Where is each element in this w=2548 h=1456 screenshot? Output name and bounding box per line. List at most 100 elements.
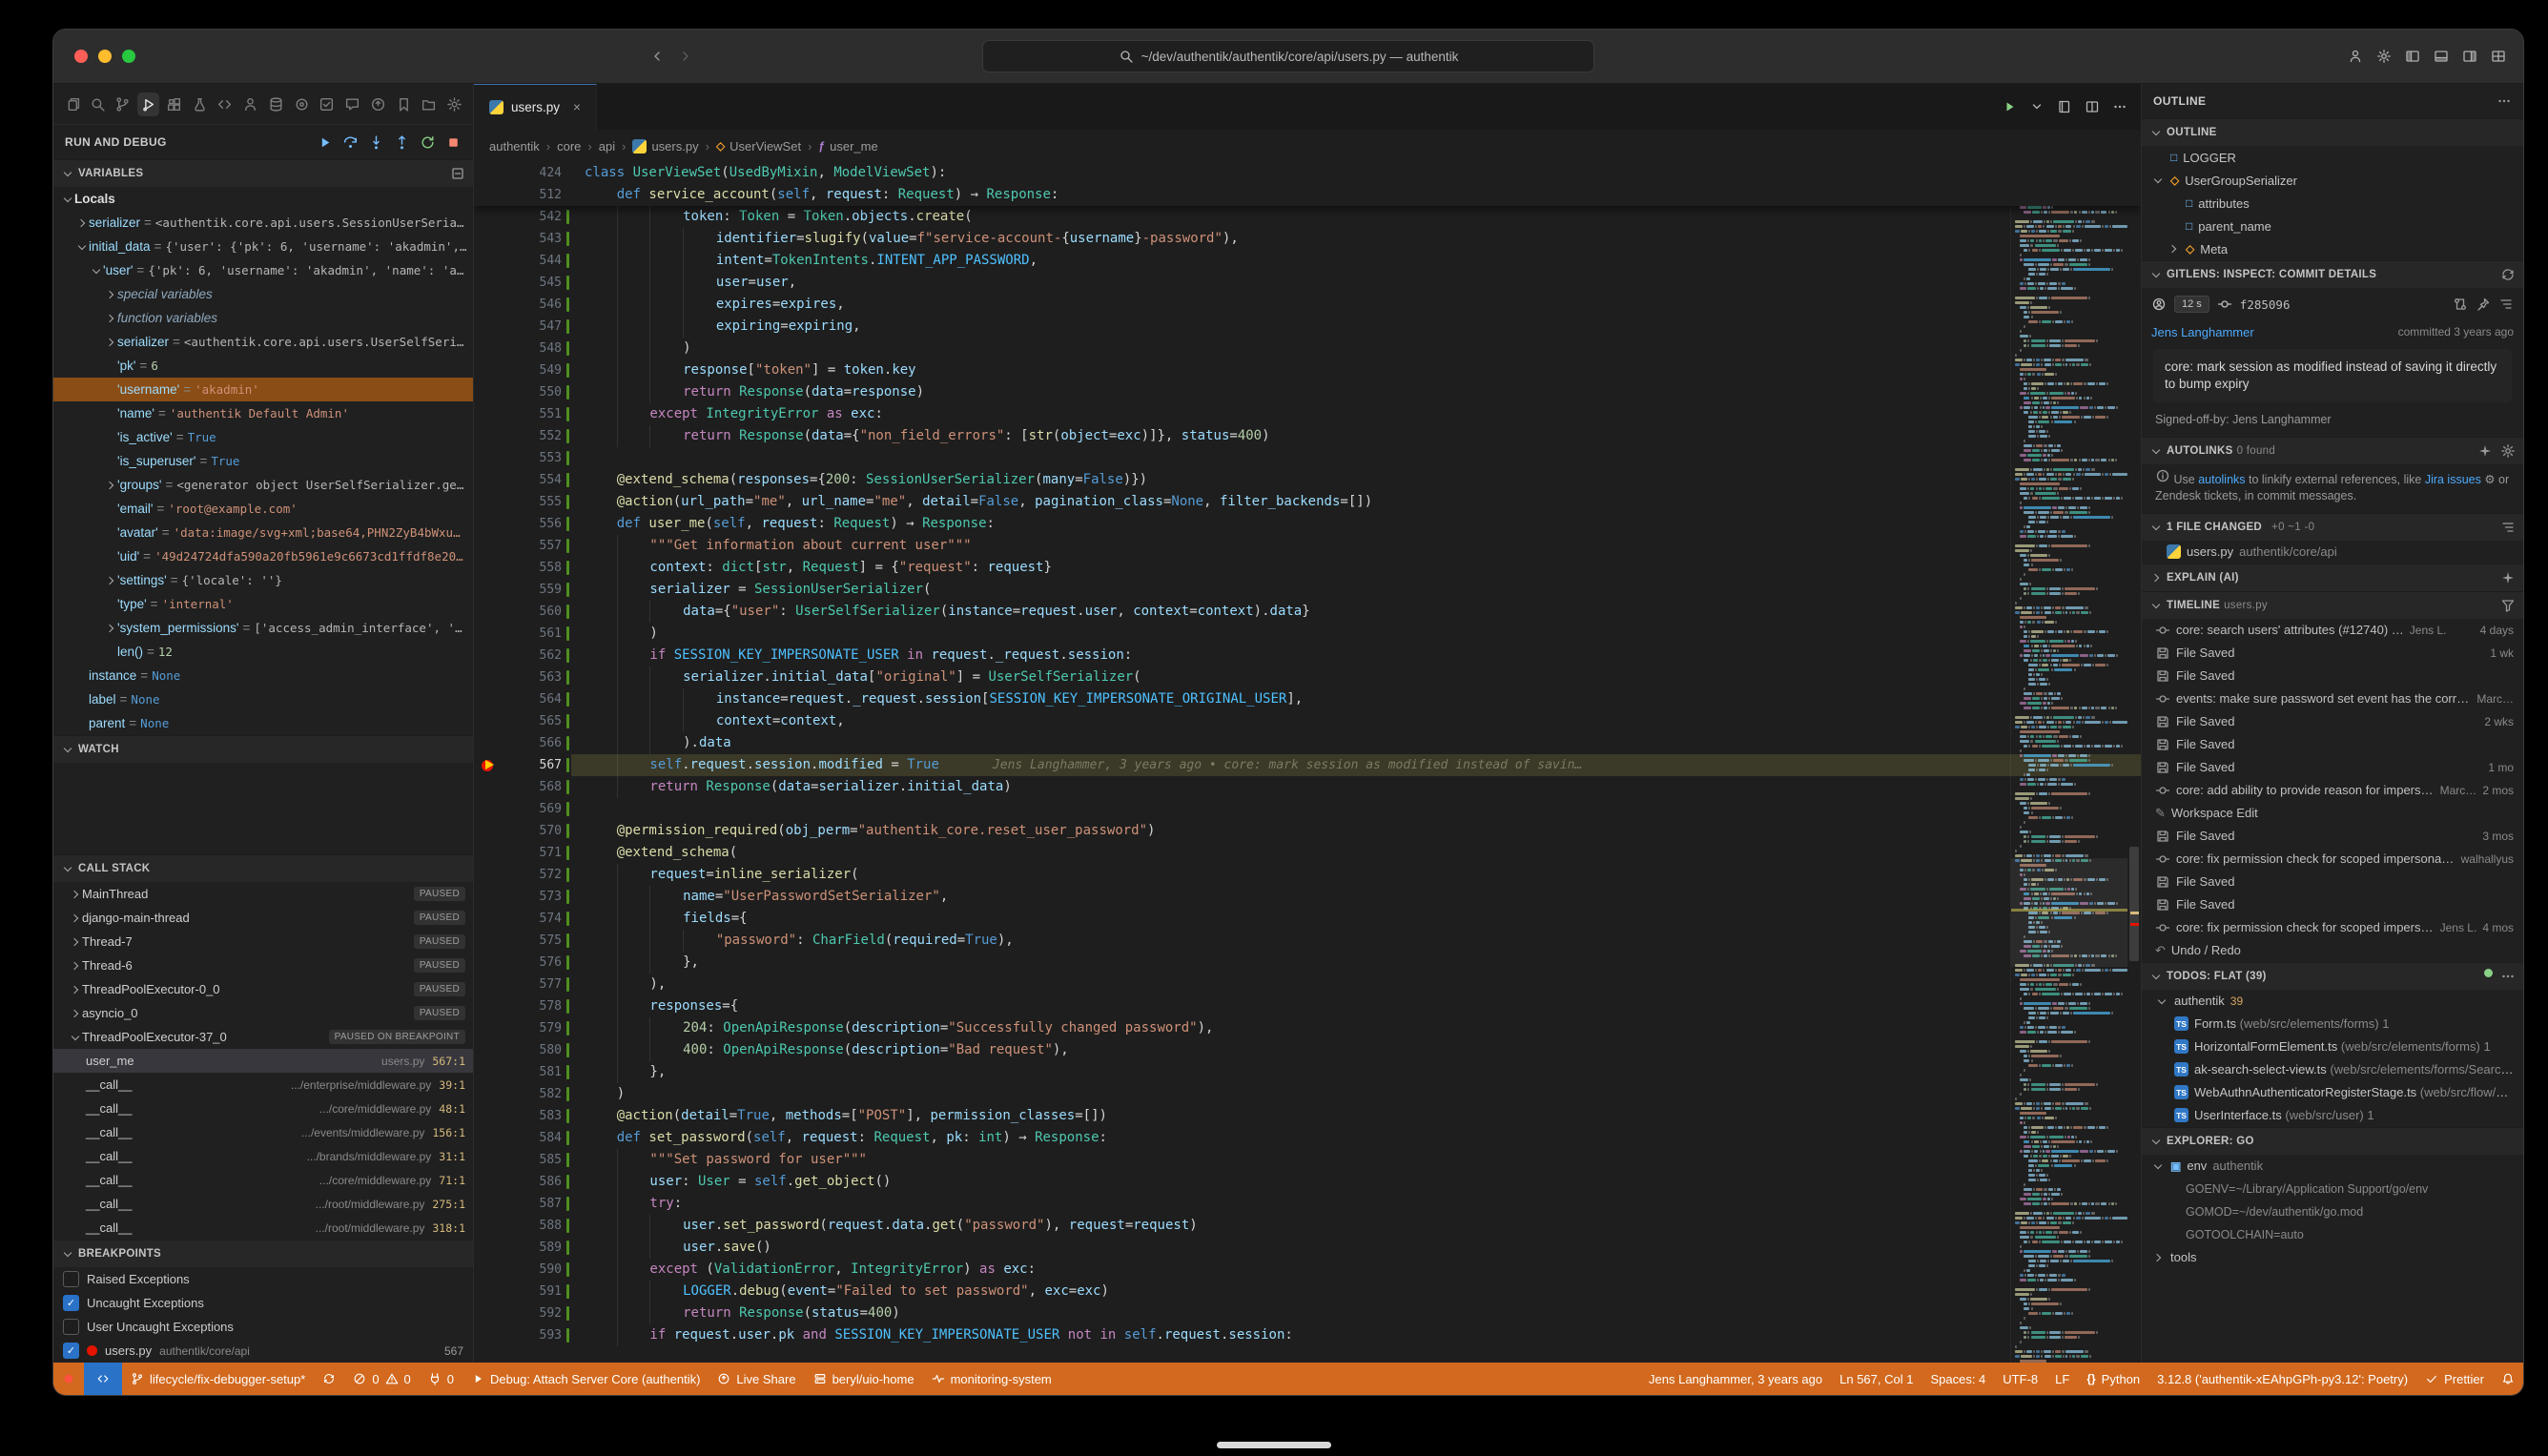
- line-number-gutter[interactable]: 571: [474, 842, 571, 864]
- twistie-icon[interactable]: [75, 216, 89, 230]
- configure-autolinks-icon[interactable]: [2500, 443, 2516, 459]
- code-line-575[interactable]: 575"password": CharField(required=True),: [474, 930, 2141, 952]
- line-number-gutter[interactable]: 563: [474, 666, 571, 688]
- go-env-row[interactable]: GOMOD=~/dev/authentik/go.mod: [2142, 1200, 2523, 1223]
- stack-frame-row[interactable]: __call__.../core/middleware.py48:1: [53, 1097, 473, 1120]
- section-header-breakpoints[interactable]: BREAKPOINTS: [53, 1240, 473, 1267]
- line-number-gutter[interactable]: 559: [474, 579, 571, 601]
- code-line-562[interactable]: 562if SESSION_KEY_IMPERSONATE_USER in re…: [474, 645, 2141, 666]
- variable-row[interactable]: 'settings'={'locale': ''}: [53, 568, 473, 592]
- code-line-592[interactable]: 592return Response(status=400): [474, 1302, 2141, 1324]
- minimap[interactable]: [2010, 162, 2127, 1363]
- more-actions-icon[interactable]: [2500, 969, 2516, 984]
- line-number-gutter[interactable]: 588: [474, 1215, 571, 1237]
- code-line-557[interactable]: 557"""Get information about current user…: [474, 535, 2141, 557]
- line-number-gutter[interactable]: 578: [474, 995, 571, 1017]
- code-line-512[interactable]: 512def service_account(self, request: Re…: [474, 184, 2141, 206]
- code-line-574[interactable]: 574fields={: [474, 908, 2141, 930]
- outline-item[interactable]: ◇Meta: [2142, 237, 2523, 260]
- section-header-timeline[interactable]: TIMELINEusers.py: [2142, 591, 2523, 619]
- variable-row[interactable]: initial_data={'user': {'pk': 6, 'usernam…: [53, 235, 473, 258]
- section-header-autolinks[interactable]: AUTOLINKS0 found: [2142, 437, 2523, 464]
- autolinks-link[interactable]: Jira issues: [2425, 473, 2481, 486]
- autolinks-link[interactable]: autolinks: [2198, 473, 2245, 486]
- code-editor[interactable]: 424class UserViewSet(UsedByMixin, ModelV…: [474, 162, 2141, 1363]
- activity-item-database[interactable]: [265, 92, 287, 116]
- commit-message[interactable]: core: mark session as modified instead o…: [2153, 349, 2512, 402]
- code-line-424[interactable]: 424class UserViewSet(UsedByMixin, ModelV…: [474, 162, 2141, 184]
- variable-row[interactable]: 'groups'=<generator object UserSelfSeria…: [53, 473, 473, 497]
- code-line-573[interactable]: 573name="UserPasswordSetSerializer",: [474, 886, 2141, 908]
- breakpoint-row[interactable]: Raised Exceptions: [53, 1267, 473, 1291]
- twistie-icon[interactable]: [2151, 1251, 2165, 1264]
- status-recording[interactable]: [53, 1363, 84, 1395]
- stack-frame-row[interactable]: __call__.../root/middleware.py275:1: [53, 1192, 473, 1216]
- status-monitoring[interactable]: monitoring-system: [923, 1363, 1060, 1395]
- breadcrumb-item[interactable]: ◇UserViewSet: [716, 139, 801, 154]
- section-header-watch[interactable]: WATCH: [53, 735, 473, 763]
- line-number-gutter[interactable]: 545: [474, 272, 571, 294]
- breadcrumb-item[interactable]: core: [557, 139, 581, 154]
- line-number-gutter[interactable]: 542: [474, 206, 571, 228]
- code-line-544[interactable]: 544intent=TokenIntents.INTENT_APP_PASSWO…: [474, 250, 2141, 272]
- scrollbar-thumb[interactable]: [2129, 847, 2139, 961]
- code-line-566[interactable]: 566).data: [474, 732, 2141, 754]
- code-line-580[interactable]: 580400: OpenApiResponse(description="Bad…: [474, 1039, 2141, 1061]
- twistie-icon[interactable]: [90, 264, 103, 277]
- timeline-item[interactable]: File Saved: [2142, 871, 2523, 893]
- variable-row[interactable]: Locals: [53, 187, 473, 211]
- activity-item-testing[interactable]: [189, 92, 211, 116]
- code-line-543[interactable]: 543identifier=slugify(value=f"service-ac…: [474, 228, 2141, 250]
- stack-frame-row[interactable]: __call__.../enterprise/middleware.py39:1: [53, 1073, 473, 1097]
- twistie-icon[interactable]: [69, 912, 82, 925]
- line-number-gutter[interactable]: 586: [474, 1171, 571, 1193]
- line-number-gutter[interactable]: 583: [474, 1105, 571, 1127]
- activity-item-bookmarks[interactable]: [393, 92, 415, 116]
- line-number-gutter[interactable]: 576: [474, 952, 571, 974]
- variable-row[interactable]: 'uid'='49d24724dfa590a20fb5961e9c6673cd1…: [53, 544, 473, 568]
- line-number-gutter[interactable]: 543: [474, 228, 571, 250]
- thread-row[interactable]: MainThreadPAUSED: [53, 882, 473, 906]
- twistie-icon[interactable]: [69, 888, 82, 901]
- status-indentation[interactable]: Spaces: 4: [1921, 1363, 1994, 1395]
- collapse-all-icon[interactable]: [450, 166, 465, 181]
- status-sync[interactable]: [314, 1363, 344, 1395]
- breadcrumb-item[interactable]: api: [599, 139, 615, 154]
- thread-row[interactable]: Thread-6PAUSED: [53, 954, 473, 977]
- twistie-icon[interactable]: [75, 240, 89, 254]
- code-line-547[interactable]: 547expiring=expiring,: [474, 316, 2141, 338]
- editor-scrollbar[interactable]: [2127, 162, 2141, 1363]
- commit-list-icon[interactable]: [2498, 297, 2514, 312]
- code-line-552[interactable]: 552return Response(data={"non_field_erro…: [474, 425, 2141, 447]
- activity-item-extensions[interactable]: [163, 92, 185, 116]
- variable-row[interactable]: label=None: [53, 687, 473, 711]
- timeline-item[interactable]: File Saved2 wks: [2142, 710, 2523, 733]
- line-number-gutter[interactable]: 579: [474, 1017, 571, 1039]
- timeline-item[interactable]: ↶Undo / Redo: [2142, 939, 2523, 962]
- twistie-icon[interactable]: [104, 312, 117, 325]
- stack-frame-row[interactable]: __call__.../events/middleware.py156:1: [53, 1120, 473, 1144]
- activity-item-settings[interactable]: [443, 92, 465, 116]
- breakpoint-row[interactable]: User Uncaught Exceptions: [53, 1315, 473, 1339]
- code-line-584[interactable]: 584def set_password(self, request: Reque…: [474, 1127, 2141, 1149]
- line-number-gutter[interactable]: 555: [474, 491, 571, 513]
- back-button[interactable]: [649, 49, 665, 64]
- step-out-button[interactable]: [394, 134, 410, 151]
- twistie-icon[interactable]: [104, 479, 117, 492]
- code-line-565[interactable]: 565context=context,: [474, 710, 2141, 732]
- status-debug-target[interactable]: Debug: Attach Server Core (authentik): [462, 1363, 709, 1395]
- outline-item[interactable]: □parent_name: [2142, 215, 2523, 237]
- line-number-gutter[interactable]: 574: [474, 908, 571, 930]
- line-number-gutter[interactable]: 544: [474, 250, 571, 272]
- minimap-slider[interactable]: [2011, 858, 2127, 966]
- code-line-586[interactable]: 586user: User = self.get_object(): [474, 1171, 2141, 1193]
- variable-row[interactable]: serializer=<authentik.core.api.users.Ses…: [53, 211, 473, 235]
- thread-row[interactable]: Thread-7PAUSED: [53, 930, 473, 954]
- activity-item-search[interactable]: [87, 92, 109, 116]
- layout-sidebar-left-icon[interactable]: [2405, 49, 2420, 64]
- variable-row[interactable]: 'email'='root@example.com': [53, 497, 473, 521]
- forward-button[interactable]: [678, 49, 693, 64]
- twistie-icon[interactable]: [104, 574, 117, 587]
- code-line-549[interactable]: 549response["token"] = token.key: [474, 359, 2141, 381]
- commit-author-link[interactable]: Jens Langhammer: [2151, 325, 2254, 339]
